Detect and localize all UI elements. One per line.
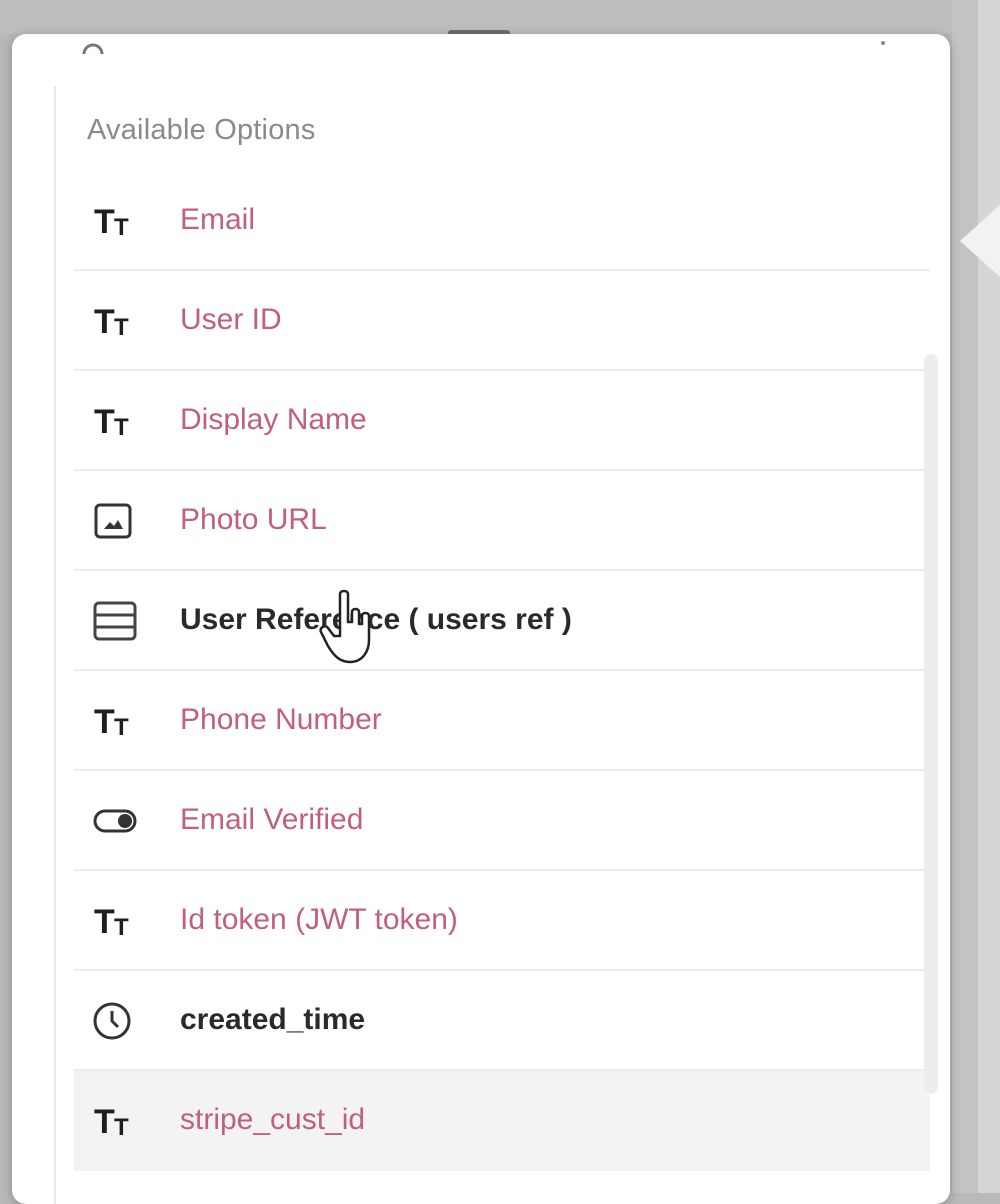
panel-divider [54, 86, 56, 1204]
text-type-icon: T T [94, 403, 129, 441]
option-user-id[interactable]: T T User ID [74, 271, 930, 371]
image-icon [94, 503, 132, 539]
options-list: T T Email T T User ID T T Display Name P… [74, 171, 930, 1171]
toggle-icon [93, 809, 137, 833]
svg-text:T: T [94, 903, 115, 941]
svg-text:T: T [94, 303, 115, 341]
svg-text:T: T [94, 403, 115, 441]
popover-arrow-icon [960, 205, 1000, 277]
clock-icon [93, 1002, 131, 1040]
svg-text:T: T [114, 414, 129, 441]
option-email-verified[interactable]: Email Verified [74, 771, 930, 871]
svg-text:T: T [94, 203, 115, 241]
option-photo-url[interactable]: Photo URL [74, 471, 930, 571]
svg-text:T: T [94, 703, 115, 741]
option-label: Email Verified [180, 803, 364, 836]
option-id-token[interactable]: T T Id token (JWT token) [74, 871, 930, 971]
option-label: stripe_cust_id [180, 1103, 366, 1136]
search-icon[interactable] [80, 36, 106, 54]
section-title: Available Options [87, 114, 316, 146]
option-stripe-cust-id[interactable]: T T stripe_cust_id [74, 1071, 930, 1171]
option-label: Email [180, 203, 256, 236]
option-label: Photo URL [180, 503, 327, 536]
svg-text:T: T [94, 1103, 115, 1141]
svg-text:T: T [114, 914, 129, 941]
svg-text:T: T [114, 314, 129, 341]
option-display-name[interactable]: T T Display Name [74, 371, 930, 471]
text-type-icon: T T [94, 203, 129, 241]
text-type-icon: T T [94, 703, 129, 741]
top-bar-background [0, 0, 1000, 34]
option-label: User ID [180, 303, 282, 336]
chevron-down-icon[interactable] [878, 38, 888, 48]
options-dropdown-panel: Available Options T T Email T T User ID … [12, 34, 950, 1204]
svg-text:T: T [114, 214, 129, 241]
option-email[interactable]: T T Email [74, 171, 930, 271]
option-user-reference[interactable]: User Reference ( users ref ) [74, 571, 930, 671]
svg-text:T: T [114, 1114, 129, 1141]
option-label: Phone Number [180, 703, 382, 736]
option-label: User Reference ( users ref ) [180, 603, 572, 636]
text-type-icon: T T [94, 1103, 129, 1141]
option-created-time[interactable]: created_time [74, 971, 930, 1071]
option-phone-number[interactable]: T T Phone Number [74, 671, 930, 771]
scrollbar[interactable] [924, 354, 938, 1094]
option-label: Display Name [180, 403, 367, 436]
option-label: created_time [180, 1003, 366, 1036]
table-icon [93, 601, 137, 641]
right-panel-inner-edge [978, 0, 1000, 1193]
right-panel-edge [952, 0, 1000, 1193]
option-label: Id token (JWT token) [180, 903, 458, 936]
text-type-icon: T T [94, 903, 129, 941]
text-type-icon: T T [94, 303, 129, 341]
svg-text:T: T [114, 714, 129, 741]
